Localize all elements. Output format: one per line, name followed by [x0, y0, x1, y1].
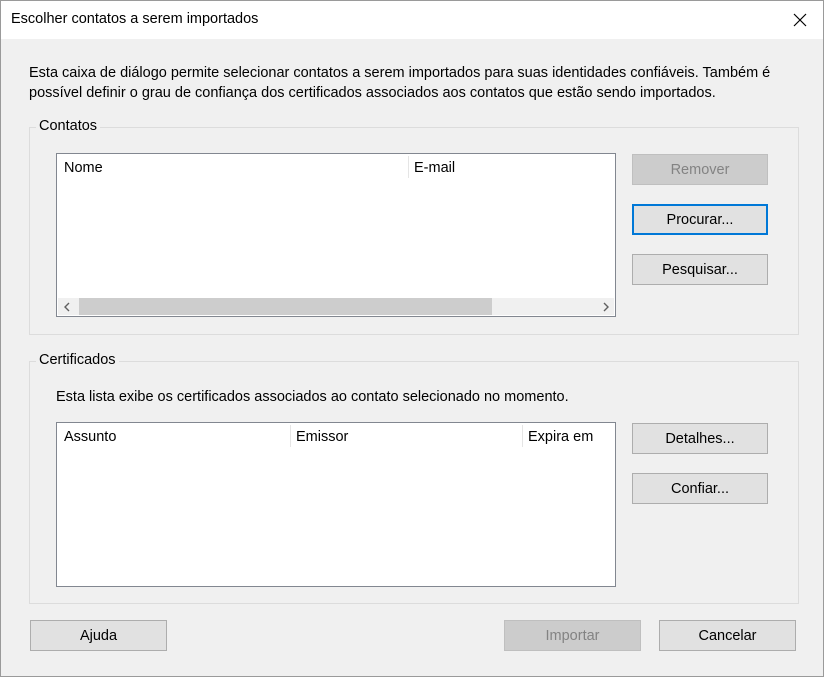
cancel-button[interactable]: Cancelar — [659, 620, 796, 651]
import-button[interactable]: Importar — [504, 620, 641, 651]
certificates-group-label: Certificados — [36, 352, 119, 368]
help-button[interactable]: Ajuda — [30, 620, 167, 651]
column-header-subject[interactable]: Assunto — [64, 429, 116, 445]
title-bar: Escolher contatos a serem importados — [1, 1, 823, 39]
close-button[interactable] — [777, 1, 823, 39]
certificates-description: Esta lista exibe os certificados associa… — [56, 389, 569, 405]
column-header-issuer[interactable]: Emissor — [296, 429, 348, 445]
contacts-group-label: Contatos — [36, 118, 101, 134]
column-header-email[interactable]: E-mail — [414, 160, 455, 176]
close-icon — [793, 13, 807, 27]
dialog-title: Escolher contatos a serem importados — [11, 11, 259, 27]
chevron-left-icon — [63, 302, 69, 311]
import-contacts-dialog: Escolher contatos a serem importados Est… — [0, 0, 824, 677]
intro-text: Esta caixa de diálogo permite selecionar… — [29, 65, 771, 101]
details-button[interactable]: Detalhes... — [632, 423, 768, 454]
contacts-list[interactable]: Nome E-mail — [56, 153, 616, 317]
column-separator[interactable] — [408, 156, 409, 178]
search-button[interactable]: Pesquisar... — [632, 254, 768, 285]
column-header-name[interactable]: Nome — [64, 160, 103, 176]
horizontal-scrollbar[interactable] — [58, 298, 614, 315]
chevron-right-icon — [603, 302, 609, 311]
column-header-expires[interactable]: Expira em — [528, 429, 593, 445]
column-separator[interactable] — [290, 425, 291, 447]
browse-button[interactable]: Procurar... — [632, 204, 768, 235]
scroll-left-button[interactable] — [58, 298, 75, 315]
scroll-right-button[interactable] — [597, 298, 614, 315]
certificates-list[interactable]: Assunto Emissor Expira em — [56, 422, 616, 587]
scroll-thumb[interactable] — [79, 298, 492, 315]
trust-button[interactable]: Confiar... — [632, 473, 768, 504]
column-separator[interactable] — [522, 425, 523, 447]
remove-button[interactable]: Remover — [632, 154, 768, 185]
